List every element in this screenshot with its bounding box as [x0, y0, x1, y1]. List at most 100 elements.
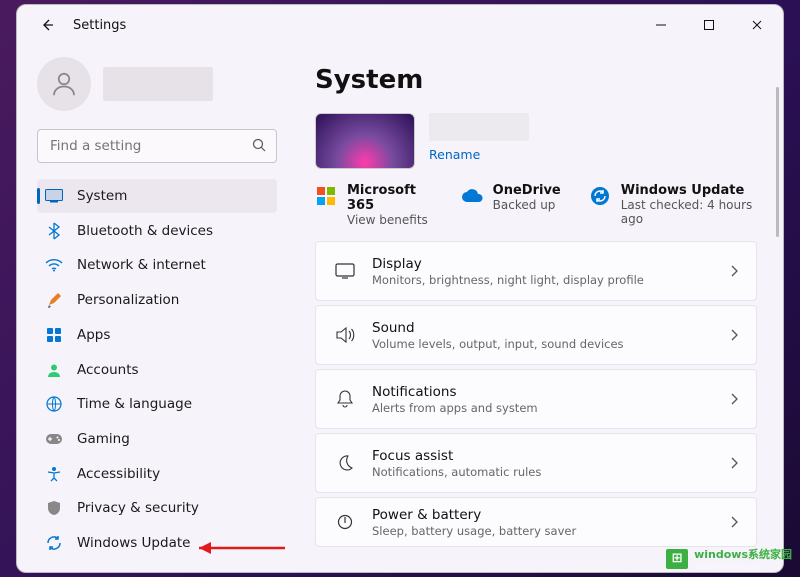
window-title: Settings: [73, 18, 126, 33]
avatar: [37, 57, 91, 111]
sidebar-item-label: Accessibility: [77, 466, 160, 482]
shield-icon: [45, 499, 63, 517]
gaming-icon: [45, 430, 63, 448]
card-sub: Sleep, battery usage, battery saver: [372, 524, 714, 538]
sidebar-item-label: System: [77, 188, 127, 204]
bluetooth-icon: [45, 222, 63, 240]
wifi-icon: [45, 256, 63, 274]
sidebar-item-bluetooth[interactable]: Bluetooth & devices: [37, 214, 277, 248]
update-icon: [45, 534, 63, 552]
sidebar-item-apps[interactable]: Apps: [37, 318, 277, 352]
card-sound[interactable]: SoundVolume levels, output, input, sound…: [315, 305, 757, 365]
card-sub: Monitors, brightness, night light, displ…: [372, 273, 714, 287]
display-icon: [334, 260, 356, 282]
sidebar: System Bluetooth & devices Network & int…: [17, 45, 289, 572]
card-notifications[interactable]: NotificationsAlerts from apps and system: [315, 369, 757, 429]
card-title: Display: [372, 256, 714, 272]
minimize-button[interactable]: [641, 10, 681, 40]
settings-card-list: DisplayMonitors, brightness, night light…: [315, 241, 757, 547]
card-title: Notifications: [372, 384, 714, 400]
bell-icon: [334, 388, 356, 410]
power-icon: [334, 511, 356, 533]
close-icon: [751, 19, 763, 31]
card-sub: Volume levels, output, input, sound devi…: [372, 337, 714, 351]
watermark-icon: ⊞: [666, 549, 688, 569]
page-title: System: [315, 65, 757, 95]
watermark: ⊞ windows系统家园 www.ruhaifu.com: [666, 546, 792, 571]
main-pane: System Rename Microsoft 365 View benefit…: [289, 45, 783, 572]
sidebar-item-label: Windows Update: [77, 535, 190, 551]
content-area: System Bluetooth & devices Network & int…: [17, 45, 783, 572]
card-sub: Alerts from apps and system: [372, 401, 714, 415]
status-title: Microsoft 365: [347, 183, 433, 213]
maximize-button[interactable]: [689, 10, 729, 40]
rename-link[interactable]: Rename: [429, 147, 529, 162]
annotation-arrow: [187, 538, 287, 558]
card-title: Power & battery: [372, 507, 714, 523]
sidebar-item-personalization[interactable]: Personalization: [37, 283, 277, 317]
watermark-line1: windows系统家园: [694, 546, 792, 562]
nav-list: System Bluetooth & devices Network & int…: [37, 179, 277, 560]
sidebar-item-system[interactable]: System: [37, 179, 277, 213]
sidebar-item-privacy[interactable]: Privacy & security: [37, 492, 277, 526]
sidebar-item-accounts[interactable]: Accounts: [37, 353, 277, 387]
back-button[interactable]: [31, 9, 63, 41]
person-icon: [49, 69, 79, 99]
sidebar-item-label: Time & language: [77, 396, 192, 412]
search-input[interactable]: [37, 129, 277, 163]
onedrive-icon: [461, 185, 483, 207]
sidebar-item-label: Network & internet: [77, 257, 206, 273]
device-name-placeholder: [429, 113, 529, 141]
chevron-right-icon: [730, 457, 738, 469]
sidebar-item-network[interactable]: Network & internet: [37, 248, 277, 282]
sidebar-item-label: Bluetooth & devices: [77, 223, 213, 239]
back-arrow-icon: [39, 17, 55, 33]
status-sub: View benefits: [347, 213, 433, 227]
sidebar-item-label: Apps: [77, 327, 110, 343]
card-title: Focus assist: [372, 448, 714, 464]
chevron-right-icon: [730, 265, 738, 277]
scrollbar[interactable]: [776, 87, 779, 237]
status-m365[interactable]: Microsoft 365 View benefits: [315, 183, 433, 227]
sidebar-item-accessibility[interactable]: Accessibility: [37, 457, 277, 491]
device-summary: Rename: [315, 113, 757, 169]
system-icon: [45, 187, 63, 205]
globe-icon: [45, 395, 63, 413]
chevron-right-icon: [730, 393, 738, 405]
accessibility-icon: [45, 465, 63, 483]
sidebar-item-label: Privacy & security: [77, 500, 199, 516]
titlebar: Settings: [17, 5, 783, 45]
card-display[interactable]: DisplayMonitors, brightness, night light…: [315, 241, 757, 301]
m365-icon: [315, 185, 337, 207]
paintbrush-icon: [45, 291, 63, 309]
user-info[interactable]: [37, 57, 277, 111]
status-title: Windows Update: [621, 183, 757, 198]
card-focus-assist[interactable]: Focus assistNotifications, automatic rul…: [315, 433, 757, 493]
user-name-placeholder: [103, 67, 213, 101]
sidebar-item-label: Personalization: [77, 292, 179, 308]
device-thumbnail: [315, 113, 415, 169]
sidebar-item-label: Accounts: [77, 362, 139, 378]
maximize-icon: [703, 19, 715, 31]
settings-window: Settings: [16, 4, 784, 573]
sound-icon: [334, 324, 356, 346]
status-row: Microsoft 365 View benefits OneDrive Bac…: [315, 183, 757, 227]
card-power[interactable]: Power & batterySleep, battery usage, bat…: [315, 497, 757, 547]
status-sub: Backed up: [493, 198, 561, 212]
status-title: OneDrive: [493, 183, 561, 198]
status-sub: Last checked: 4 hours ago: [621, 198, 757, 226]
chevron-right-icon: [730, 329, 738, 341]
card-sub: Notifications, automatic rules: [372, 465, 714, 479]
sidebar-item-gaming[interactable]: Gaming: [37, 422, 277, 456]
search-icon: [251, 137, 267, 153]
minimize-icon: [655, 19, 667, 31]
status-windows-update[interactable]: Windows Update Last checked: 4 hours ago: [589, 183, 757, 227]
accounts-icon: [45, 361, 63, 379]
search-box[interactable]: [37, 129, 277, 163]
sidebar-item-label: Gaming: [77, 431, 130, 447]
status-onedrive[interactable]: OneDrive Backed up: [461, 183, 561, 227]
chevron-right-icon: [730, 516, 738, 528]
sidebar-item-time-language[interactable]: Time & language: [37, 387, 277, 421]
card-title: Sound: [372, 320, 714, 336]
close-button[interactable]: [737, 10, 777, 40]
